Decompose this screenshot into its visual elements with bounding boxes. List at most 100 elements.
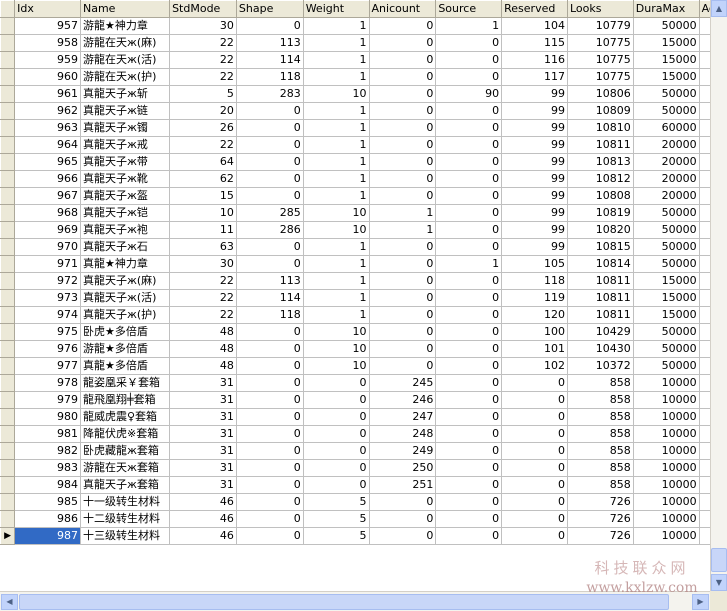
cell-ac[interactable] [698,187,710,205]
cell-reserved[interactable]: 101 [501,340,568,358]
cell-reserved[interactable]: 0 [501,374,568,392]
cell-stdmode[interactable]: 22 [169,289,237,307]
cell-ac[interactable] [698,289,710,307]
cell-weight[interactable]: 0 [302,391,370,409]
cell-shape[interactable]: 113 [235,272,304,290]
cell-name[interactable]: 卧虎藏龍ж套箱 [79,442,171,460]
cell-looks[interactable]: 858 [566,442,634,460]
cell-source[interactable]: 0 [435,323,503,341]
cell-name[interactable]: 真龍天子ж靴 [79,170,171,188]
cell-idx[interactable]: 979 [14,391,81,409]
cell-weight[interactable]: 1 [302,68,370,86]
cell-source[interactable]: 0 [435,442,503,460]
cell-idx[interactable]: 963 [14,119,81,137]
cell-ac[interactable] [698,510,710,528]
cell-weight[interactable]: 5 [302,493,370,511]
row-indicator[interactable] [0,153,16,171]
cell-idx[interactable]: 984 [14,476,81,494]
cell-weight[interactable]: 10 [302,221,370,239]
column-header-name[interactable]: Name [79,0,171,18]
cell-anicount[interactable]: 249 [368,442,437,460]
cell-anicount[interactable]: 248 [368,425,437,443]
table-row[interactable]: 971 真龍★神力章 30 0 1 0 1 105 10814 50000 [0,255,710,273]
cell-duramax[interactable]: 50000 [632,221,700,239]
row-indicator[interactable] [0,357,16,375]
cell-idx[interactable]: 966 [14,170,81,188]
cell-idx[interactable]: 965 [14,153,81,171]
cell-source[interactable]: 0 [435,527,503,545]
cell-idx[interactable]: 987 [14,527,81,545]
cell-anicount[interactable]: 0 [368,357,437,375]
row-indicator[interactable] [0,204,16,222]
row-indicator[interactable] [0,391,16,409]
cell-duramax[interactable]: 15000 [632,306,700,324]
cell-name[interactable]: 真龍天子ж(活) [79,289,171,307]
row-indicator[interactable] [0,493,16,511]
table-row[interactable]: 957 游龍★神力章 30 0 1 0 1 104 10779 50000 [0,17,710,35]
column-header-looks[interactable]: Looks [566,0,634,18]
table-row[interactable]: 967 真龍天子ж盔 15 0 1 0 0 99 10808 20000 [0,187,710,205]
cell-looks[interactable]: 10819 [566,204,634,222]
cell-reserved[interactable]: 115 [501,34,568,52]
cell-ac[interactable] [698,425,710,443]
cell-name[interactable]: 游龍★多倍盾 [79,340,171,358]
table-row[interactable]: 984 真龍天子ж套箱 31 0 0 251 0 0 858 10000 [0,476,710,494]
cell-duramax[interactable]: 50000 [632,340,700,358]
cell-stdmode[interactable]: 48 [169,340,237,358]
cell-anicount[interactable]: 0 [368,272,437,290]
cell-idx[interactable]: 968 [14,204,81,222]
cell-anicount[interactable]: 0 [368,187,437,205]
cell-duramax[interactable]: 10000 [632,442,700,460]
row-indicator[interactable] [0,187,16,205]
cell-shape[interactable]: 0 [235,102,304,120]
cell-looks[interactable]: 10775 [566,68,634,86]
cell-shape[interactable]: 0 [235,459,304,477]
cell-looks[interactable]: 858 [566,476,634,494]
cell-duramax[interactable]: 10000 [632,527,700,545]
table-row[interactable]: 983 游龍在天ж套箱 31 0 0 250 0 0 858 10000 [0,459,710,477]
cell-name[interactable]: 真龍天子ж带 [79,153,171,171]
table-row[interactable]: 969 真龍天子ж袍 11 286 10 1 0 99 10820 50000 [0,221,710,239]
cell-shape[interactable]: 286 [235,221,304,239]
cell-weight[interactable]: 1 [302,17,370,35]
cell-source[interactable]: 0 [435,238,503,256]
cell-weight[interactable]: 1 [302,136,370,154]
cell-weight[interactable]: 1 [302,238,370,256]
cell-ac[interactable] [698,306,710,324]
cell-source[interactable]: 90 [435,85,503,103]
cell-shape[interactable]: 0 [235,493,304,511]
cell-name[interactable]: 真龍天子ж戒 [79,136,171,154]
cell-name[interactable]: 降龍伏虎※套箱 [79,425,171,443]
cell-source[interactable]: 1 [435,17,503,35]
row-indicator[interactable] [0,510,16,528]
cell-name[interactable]: 龍飛凰翔╪套箱 [79,391,171,409]
cell-duramax[interactable]: 50000 [632,204,700,222]
cell-ac[interactable] [698,442,710,460]
cell-ac[interactable] [698,170,710,188]
vertical-scroll-thumb[interactable] [711,548,727,572]
cell-stdmode[interactable]: 31 [169,374,237,392]
cell-shape[interactable]: 114 [235,51,304,69]
cell-idx[interactable]: 972 [14,272,81,290]
cell-ac[interactable] [698,153,710,171]
cell-stdmode[interactable]: 63 [169,238,237,256]
cell-ac[interactable] [698,527,710,545]
row-indicator[interactable] [0,102,16,120]
cell-idx[interactable]: 981 [14,425,81,443]
row-indicator[interactable] [0,136,16,154]
cell-reserved[interactable]: 99 [501,238,568,256]
cell-reserved[interactable]: 0 [501,391,568,409]
cell-name[interactable]: 游龍在天ж(麻) [79,34,171,52]
row-indicator[interactable]: ▶ [0,527,16,545]
cell-source[interactable]: 0 [435,289,503,307]
cell-stdmode[interactable]: 30 [169,255,237,273]
cell-looks[interactable]: 10429 [566,323,634,341]
column-header-anicount[interactable]: Anicount [368,0,437,18]
cell-shape[interactable]: 285 [235,204,304,222]
cell-shape[interactable]: 114 [235,289,304,307]
row-indicator[interactable] [0,323,16,341]
cell-stdmode[interactable]: 48 [169,323,237,341]
cell-duramax[interactable]: 10000 [632,408,700,426]
cell-stdmode[interactable]: 20 [169,102,237,120]
cell-name[interactable]: 真龍天子ж(护) [79,306,171,324]
